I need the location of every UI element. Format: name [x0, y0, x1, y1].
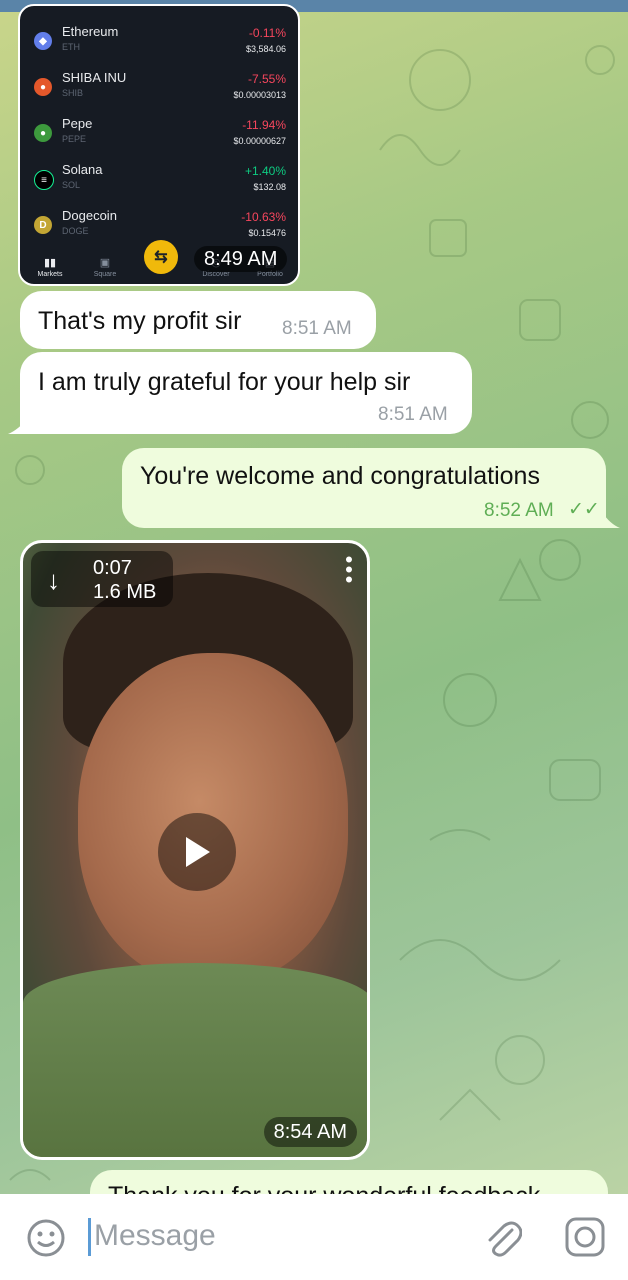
message-time: 8:51 AM — [378, 404, 448, 425]
text-cursor — [88, 1218, 91, 1256]
coin-price: $0.00003013 — [233, 90, 286, 100]
download-arrow-icon[interactable]: ↓ — [47, 565, 60, 596]
coin-row-shiba-inu: ● SHIBA INU SHIB -7.55% $0.00003013 — [20, 66, 298, 112]
video-duration: 0:07 — [93, 557, 132, 579]
crypto-bottom-nav: ▮▮Markets ▣Square ⇆ ◎Discover ▤Portfolio… — [20, 240, 298, 284]
coin-symbol: ETH — [62, 42, 80, 52]
nav-label: Portfolio — [257, 271, 283, 278]
video-timestamp: 8:54 AM — [263, 1117, 357, 1147]
more-vertical-icon[interactable]: • • • — [341, 549, 357, 591]
message-text: You're welcome and congratulations — [140, 462, 540, 490]
outgoing-message-bubble[interactable]: You're welcome and congratulations 8:52 … — [122, 448, 606, 528]
message-composer — [0, 1194, 628, 1280]
pepe-icon: ● — [34, 124, 52, 142]
incoming-message-bubble[interactable]: I am truly grateful for your help sir 8:… — [20, 352, 472, 434]
ethereum-icon: ◆ — [34, 32, 52, 50]
coin-symbol: DOGE — [62, 226, 89, 236]
coin-change: +1.40% — [244, 164, 286, 178]
play-button[interactable] — [158, 813, 236, 891]
double-check-icon: ✓✓ — [568, 499, 600, 520]
camera-icon[interactable] — [564, 1216, 606, 1258]
coin-price: $0.15476 — [248, 228, 286, 238]
coin-name: Ethereum — [62, 24, 119, 39]
coin-name: Pepe — [62, 116, 93, 131]
coin-price: $3,584.06 — [245, 44, 286, 54]
nav-markets: ▮▮ Markets — [30, 256, 70, 278]
message-text: I am truly grateful for your help sir — [38, 368, 411, 396]
coin-price: $132.08 — [253, 182, 286, 192]
trade-swap-icon: ⇆ — [144, 240, 178, 274]
coin-price: $0.00000627 — [233, 136, 286, 146]
dogecoin-icon: D — [34, 216, 52, 234]
coin-change: -0.11% — [248, 26, 286, 40]
nav-label: Square — [93, 271, 117, 278]
bubble-tail — [8, 418, 28, 434]
coin-change: -11.94% — [242, 118, 286, 132]
coin-change: -10.63% — [241, 210, 286, 224]
video-message[interactable]: ↓ 0:07 1.6 MB • • • 8:54 AM — [20, 540, 370, 1160]
message-time: 8:51 AM — [282, 318, 352, 339]
coin-symbol: SHIB — [62, 88, 84, 98]
play-icon — [186, 837, 210, 867]
coin-row-pepe: ● Pepe PEPE -11.94% $0.00000627 — [20, 112, 298, 158]
coin-row-ethereum: ◆ Ethereum ETH -0.11% $3,584.06 — [20, 20, 298, 66]
message-text: That's my profit sir — [38, 307, 242, 335]
image-timestamp: 8:49 AM — [194, 246, 288, 272]
coin-name: SHIBA INU — [62, 70, 127, 85]
paperclip-icon[interactable] — [482, 1216, 522, 1260]
coin-name: Solana — [62, 162, 103, 177]
bubble-tail — [602, 512, 620, 528]
message-time: 8:52 AM — [484, 500, 554, 521]
incoming-message-bubble[interactable]: That's my profit sir 8:51 AM — [20, 291, 376, 349]
nav-label: Discover — [202, 271, 230, 278]
bar-chart-icon: ▮▮ — [43, 257, 57, 269]
nav-square: ▣ Square — [85, 256, 125, 278]
crypto-screenshot-image[interactable]: ◆ Ethereum ETH -0.11% $3,584.06 ● SHIBA … — [18, 4, 300, 286]
coin-symbol: PEPE — [62, 134, 87, 144]
video-file-size: 1.6 MB — [93, 581, 157, 603]
square-icon: ▣ — [99, 257, 111, 269]
shiba-icon: ● — [34, 78, 52, 96]
coin-name: Dogecoin — [62, 208, 117, 223]
coin-change: -7.55% — [247, 72, 286, 86]
emoji-icon[interactable] — [26, 1218, 66, 1258]
video-info-badge[interactable]: ↓ 0:07 1.6 MB — [31, 551, 173, 607]
message-input[interactable] — [94, 1216, 454, 1256]
solana-icon: ≡ — [34, 170, 54, 190]
nav-label: Markets — [37, 271, 63, 278]
coin-symbol: SOL — [62, 180, 81, 190]
coin-row-solana: ≡ Solana SOL +1.40% $132.08 — [20, 158, 298, 204]
